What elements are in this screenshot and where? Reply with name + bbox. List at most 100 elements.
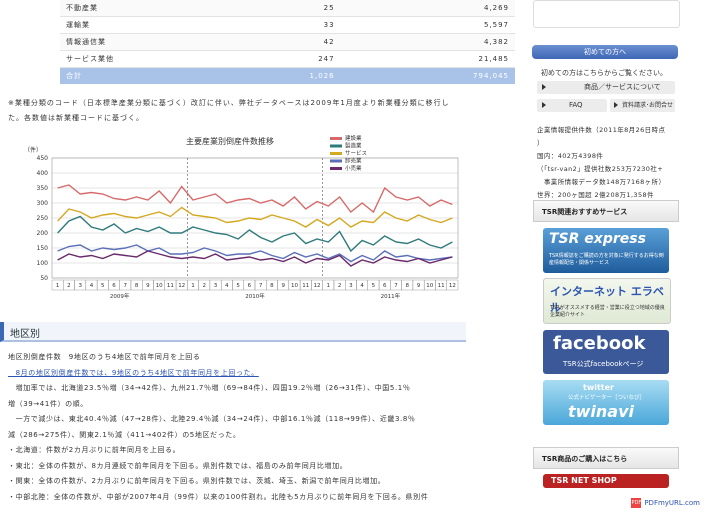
nav-faq[interactable]: FAQ <box>537 99 607 112</box>
facebook-title: facebook <box>553 333 646 354</box>
stats-line: 国内：402万4398件 <box>537 152 604 160</box>
legend-swatch <box>330 167 342 170</box>
x-tick-label: 3 <box>349 283 353 289</box>
y-tick-label: 100 <box>37 260 49 267</box>
body-line: 減（286→275件）、関東2.1％減（411→402件）の5地区だった。 <box>8 430 241 439</box>
table-cell-name: サービス業他 <box>60 50 224 68</box>
table-cell-name: 情報通信業 <box>60 33 224 51</box>
stats-line: 事業所情報データ数148万7168ヶ所） <box>537 178 666 186</box>
series-line-1 <box>57 215 453 253</box>
x-tick-label: 8 <box>406 283 410 289</box>
table-cell-count: 33 <box>223 16 341 34</box>
table-row: 情報通信業 42 4,382 <box>60 33 515 51</box>
x-tick-label: 11 <box>438 283 445 289</box>
industry-bankruptcy-chart: 主要産業別倒産件数推移 （件）450 400 350 300 250 200 150 100 50… <box>24 134 459 300</box>
table-row: 合計 1,026 794,045 <box>60 67 515 85</box>
tsr-express-banner[interactable]: TSR express TSR情報誌をご購読の方を対象に発行するお得な倒産情報配… <box>543 228 669 273</box>
x-tick-label: 6 <box>112 283 116 289</box>
body-line: ・北海道：件数が2カ月ぶりに前年同月を上回る。 <box>8 446 181 454</box>
legend-label: サービス <box>345 149 367 157</box>
x-tick-label: 12 <box>178 283 185 289</box>
table-cell-name: 合計 <box>60 67 224 85</box>
nav-products[interactable]: 商品／サービスについて <box>537 81 675 94</box>
table-cell-capital: 4,382 <box>340 33 515 51</box>
x-tick-label: 9 <box>146 283 150 289</box>
series-line-4 <box>57 250 453 267</box>
body-line: 増（39→41件）の順。 <box>8 399 88 408</box>
pdf-icon: PDF <box>631 498 642 508</box>
section-title: 地区別 <box>10 329 40 340</box>
y-tick-label: 50 <box>40 275 48 282</box>
triangle-icon <box>542 102 546 108</box>
series-line-0 <box>57 184 453 214</box>
purchase-header: TSR商品のご購入はこちら <box>533 447 679 469</box>
body-line: 一方で減少は、東北40.4％減（47→28件）、北陸29.4％減（34→24件）… <box>8 415 416 423</box>
x-tick-label: 7 <box>394 283 398 289</box>
x-tick-label: 6 <box>383 283 387 289</box>
x-tick-label: 12 <box>449 283 456 289</box>
pdfmyurl-link[interactable]: PDF PDFmyURL.com <box>631 498 700 508</box>
x-tick-label: 8 <box>135 283 139 289</box>
x-tick-label: 12 <box>314 283 321 289</box>
y-tick-label: 350 <box>37 185 49 192</box>
y-axis-label: （件） <box>24 146 42 154</box>
body-line: 8月の地区別倒産件数では、9地区のうち4地区で前年同月を上回った。 <box>8 368 259 377</box>
x-tick-label: 10 <box>291 283 298 289</box>
x-tick-label: 4 <box>360 283 364 289</box>
express-title: TSR express <box>549 231 646 247</box>
table-cell-capital: 5,597 <box>340 16 515 34</box>
sidebar-top-box <box>533 0 680 28</box>
series-line-2 <box>57 206 453 228</box>
table-cell-count: 25 <box>223 0 341 17</box>
netshop-label: TSR NET SHOP <box>551 476 617 485</box>
legend-swatch <box>330 137 342 140</box>
twinavi-sub: 公式ナビゲーター［ついなび］ <box>568 395 646 401</box>
x-tick-label: 2 <box>67 283 71 289</box>
y-tick-label: 250 <box>37 215 49 222</box>
x-tick-label: 5 <box>236 283 240 289</box>
year-label: 2009年 <box>110 292 130 300</box>
twinavi-title: twinavi <box>568 402 635 421</box>
industry-table: 不動産業 25 4,269 運輸業 33 5,597 情報通信業 42 4,382 サービス業他 2… <box>60 0 515 85</box>
stats-box: 企業情報提供件数（2011年8月26日時点 ） 国内：402万4398件 （「tsr-… <box>537 124 675 202</box>
erabel-banner[interactable]: インターネット エラベル TSRがオススメする経営・営業に役立つ地域の優良企業紹… <box>543 278 671 324</box>
chart-title: 主要産業別倒産件数推移 <box>186 136 274 146</box>
x-tick-label: 1 <box>191 283 195 289</box>
nav-contact[interactable]: 資料請求･お問合せ <box>610 99 675 112</box>
legend-label: 小売業 <box>345 164 362 172</box>
facebook-banner[interactable]: facebook TSR公式facebookページ <box>543 330 669 374</box>
twinavi-banner[interactable]: twitter 公式ナビゲーター［ついなび］ twinavi <box>543 380 669 425</box>
year-label: 2010年 <box>245 292 265 300</box>
first-time-lead: 初めての方はこちらからご覧ください。 <box>541 69 667 77</box>
legend-label: 製造業 <box>345 142 362 150</box>
legend-swatch <box>330 152 342 155</box>
legend-label: 建設業 <box>345 134 362 142</box>
table-cell-capital: 794,045 <box>340 67 515 85</box>
legend-label: 卸売業 <box>345 157 362 165</box>
x-tick-label: 5 <box>372 283 376 289</box>
table-cell-count: 1,026 <box>223 67 341 85</box>
table-cell-count: 42 <box>223 33 341 51</box>
netshop-banner[interactable]: TSR NET SHOP <box>543 474 669 488</box>
stats-line: （「tsr-van2」提供社数253万7230社+ <box>537 165 664 173</box>
x-tick-label: 3 <box>78 283 82 289</box>
x-tick-label: 8 <box>270 283 274 289</box>
x-tick-label: 1 <box>56 283 60 289</box>
table-row: 運輸業 33 5,597 <box>60 16 515 34</box>
table-cell-capital: 4,269 <box>340 0 515 17</box>
twitter-label: twitter <box>583 383 614 392</box>
y-tick-label: 300 <box>37 200 49 207</box>
x-tick-label: 7 <box>259 283 263 289</box>
first-time-button[interactable]: 初めての方へ <box>532 45 678 59</box>
x-tick-label: 4 <box>225 283 229 289</box>
nav-products-label: 商品／サービスについて <box>584 83 661 91</box>
x-tick-label: 4 <box>90 283 94 289</box>
recommend-header: TSR関連おすすめサービス <box>533 200 679 222</box>
nav-faq-label: FAQ <box>569 101 583 109</box>
classification-note: ※業種分類のコード（日本標準産業分類に基づく）改訂に伴い、弊社データベースは20… <box>8 99 450 122</box>
erabel-sub: TSRがオススメする経営・営業に役立つ地域の優良企業紹介サイト <box>550 305 665 318</box>
y-tick-label: 150 <box>37 245 49 252</box>
triangle-icon <box>542 84 546 90</box>
triangle-icon <box>614 102 618 108</box>
table-cell-capital: 21,485 <box>340 50 515 68</box>
